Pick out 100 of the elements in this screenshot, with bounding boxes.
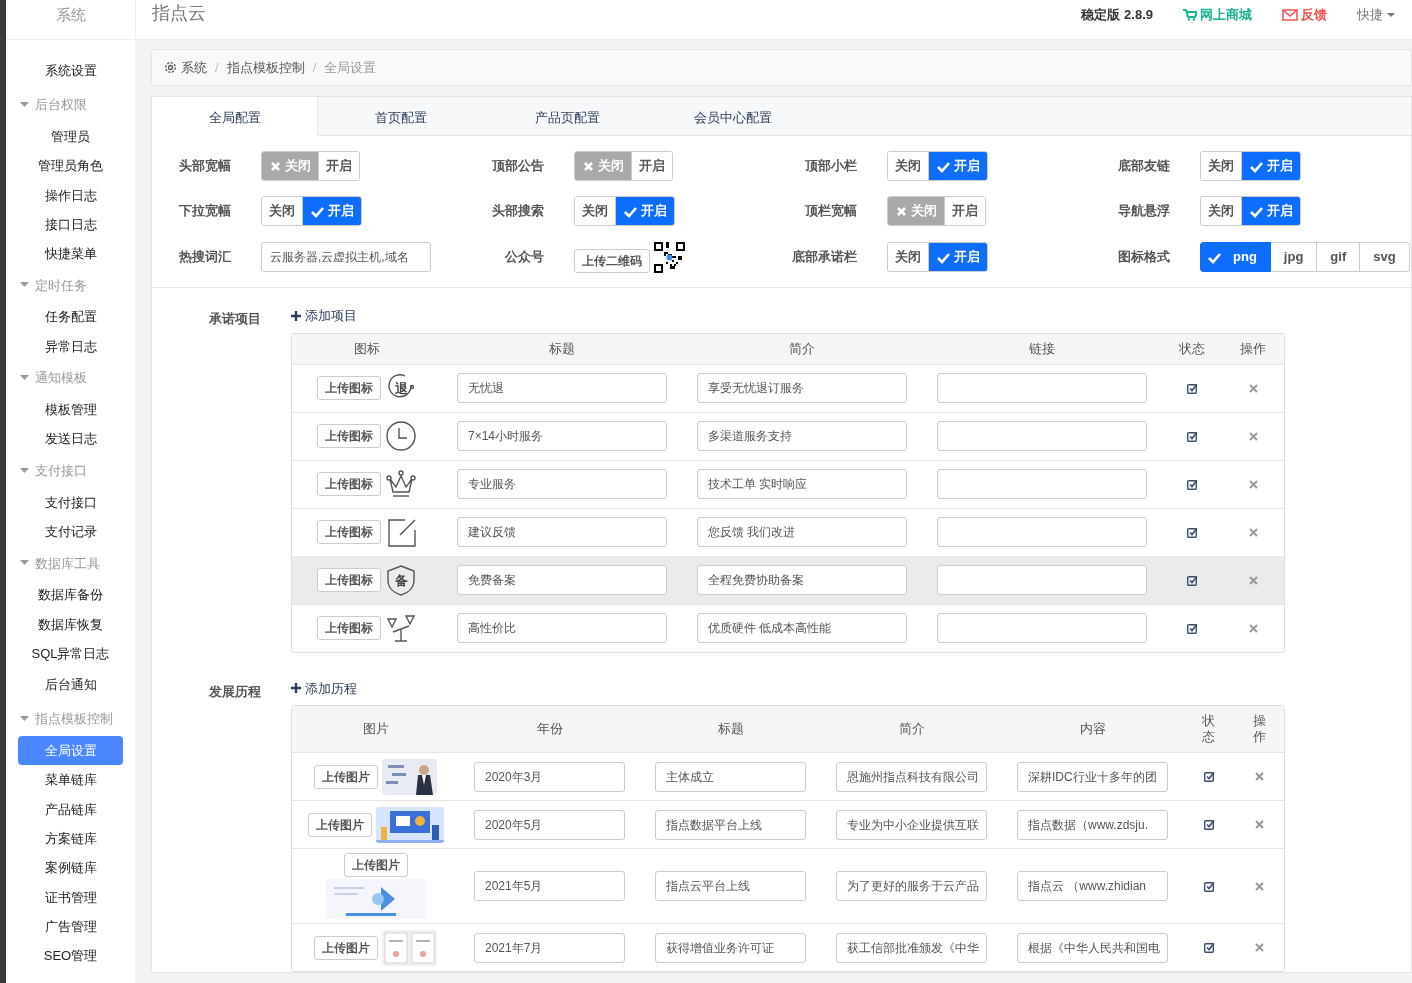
text-field[interactable]: 获得增值业务许可证 xyxy=(655,932,806,963)
checkbox-icon[interactable] xyxy=(1186,430,1198,442)
checkbox-icon[interactable] xyxy=(1203,819,1215,830)
sidebar-item[interactable]: 系统设置 xyxy=(18,54,123,88)
text-field[interactable]: 多渠道服务支持 xyxy=(697,421,907,451)
tab[interactable]: 产品页配置 xyxy=(484,97,650,135)
text-field[interactable]: 专业为中小企业提供互联 xyxy=(836,809,987,840)
shortcut-link[interactable]: 快捷 xyxy=(1357,4,1396,25)
sidebar-item[interactable]: 产品链库 xyxy=(18,794,123,825)
delete-icon[interactable] xyxy=(1255,943,1264,952)
delete-icon[interactable] xyxy=(1248,623,1258,633)
sidebar-item[interactable]: 任务配置 xyxy=(18,302,123,332)
checkbox-icon[interactable] xyxy=(1186,382,1198,394)
breadcrumb-link[interactable]: 系统 xyxy=(164,57,207,78)
text-field[interactable]: 免费备案 xyxy=(457,565,667,595)
format-option[interactable]: svg xyxy=(1360,242,1410,272)
sidebar-item[interactable]: 快捷菜单 xyxy=(18,239,123,269)
checkbox-icon[interactable] xyxy=(1203,880,1215,892)
sidebar-item[interactable]: 后台通知 xyxy=(18,668,123,703)
checkbox-icon[interactable] xyxy=(1203,771,1215,782)
upload-button[interactable]: 上传图标 xyxy=(317,568,381,592)
text-field[interactable]: 专业服务 xyxy=(457,469,667,499)
format-option[interactable]: jpg xyxy=(1270,242,1318,272)
sidebar-item[interactable]: 异常日志 xyxy=(18,331,123,362)
text-field[interactable]: 2021年7月 xyxy=(474,932,625,963)
text-field[interactable] xyxy=(937,421,1147,451)
tab[interactable]: 首页配置 xyxy=(318,97,484,135)
text-field[interactable]: 恩施州指点科技有限公司 xyxy=(836,761,987,792)
sidebar-item[interactable]: 案例链库 xyxy=(18,853,123,883)
sidebar-item[interactable]: 管理员 xyxy=(18,122,123,152)
text-field[interactable]: 根据《中华人民共和国电 xyxy=(1017,932,1168,963)
upload-button[interactable]: 上传图片 xyxy=(314,935,378,960)
add-link[interactable]: 添加历程 xyxy=(291,678,357,698)
text-field[interactable]: 7×14小时服务 xyxy=(457,421,667,451)
text-field[interactable]: 2020年5月 xyxy=(474,809,625,840)
text-field[interactable]: 您反馈 我们改进 xyxy=(697,517,907,547)
checkbox-icon[interactable] xyxy=(1203,942,1215,953)
sidebar-item[interactable]: 模板管理 xyxy=(18,395,123,425)
text-field[interactable] xyxy=(937,517,1147,547)
toggle-switch[interactable]: 关闭 开启 xyxy=(887,196,986,226)
checkbox-icon[interactable] xyxy=(1186,574,1198,586)
toggle-switch[interactable]: 关闭 开启 xyxy=(261,196,362,226)
delete-icon[interactable] xyxy=(1248,431,1258,441)
add-link[interactable]: 添加项目 xyxy=(291,306,357,326)
text-field[interactable]: 建议反馈 xyxy=(457,517,667,547)
delete-icon[interactable] xyxy=(1255,820,1264,829)
text-field[interactable]: 2021年5月 xyxy=(474,871,625,901)
text-field[interactable]: 指点云 （www.zhidian xyxy=(1017,871,1168,901)
text-field[interactable]: 获工信部批准颁发《中华 xyxy=(836,932,987,963)
text-field[interactable]: 指点数据（www.zdsju. xyxy=(1017,809,1168,840)
upload-button[interactable]: 上传图标 xyxy=(317,472,381,496)
sidebar-item[interactable]: 发送日志 xyxy=(18,424,123,454)
text-field[interactable]: 2020年3月 xyxy=(474,761,625,792)
tab[interactable]: 会员中心配置 xyxy=(650,97,816,135)
text-field[interactable]: 优质硬件 低成本高性能 xyxy=(697,613,907,643)
toggle-switch[interactable]: 关闭 开启 xyxy=(1200,196,1301,226)
text-field[interactable]: 技术工单 实时响应 xyxy=(697,469,907,499)
sidebar-item[interactable]: SQL异常日志 xyxy=(18,638,123,669)
text-field[interactable]: 云服务器,云虚拟主机,域名 xyxy=(261,242,431,272)
sidebar-item[interactable]: 数据库备份 xyxy=(18,580,123,610)
upload-button[interactable]: 上传二维码 xyxy=(574,249,650,273)
toggle-switch[interactable]: 关闭 开启 xyxy=(574,151,673,181)
text-field[interactable]: 深耕IDC行业十多年的团 xyxy=(1017,761,1168,792)
sidebar-item[interactable]: 管理员角色 xyxy=(18,151,123,181)
upload-button[interactable]: 上传图标 xyxy=(317,376,381,400)
delete-icon[interactable] xyxy=(1248,479,1258,489)
toggle-switch[interactable]: 关闭 开启 xyxy=(1200,151,1301,181)
upload-button[interactable]: 上传图片 xyxy=(307,812,372,837)
sidebar-item[interactable]: 方案链库 xyxy=(18,824,123,854)
upload-button[interactable]: 上传图标 xyxy=(317,520,381,544)
sidebar-item[interactable]: 支付接口 xyxy=(18,487,123,517)
upload-button[interactable]: 上传图标 xyxy=(317,424,381,448)
text-field[interactable]: 高性价比 xyxy=(457,613,667,643)
upload-button[interactable]: 上传图标 xyxy=(317,616,381,640)
text-field[interactable] xyxy=(937,373,1147,403)
sidebar-item[interactable]: 证书管理 xyxy=(18,882,123,912)
toggle-switch[interactable]: 关闭 开启 xyxy=(574,196,675,226)
text-field[interactable] xyxy=(937,613,1147,643)
text-field[interactable]: 全程免费协助备案 xyxy=(697,565,907,595)
sidebar-item[interactable]: 操作日志 xyxy=(18,180,123,210)
delete-icon[interactable] xyxy=(1248,575,1258,585)
upload-button[interactable]: 上传图片 xyxy=(314,764,378,789)
upload-button[interactable]: 上传图片 xyxy=(343,853,408,877)
checkbox-icon[interactable] xyxy=(1186,478,1198,490)
text-field[interactable]: 为了更好的服务于云产品 xyxy=(836,871,987,901)
delete-icon[interactable] xyxy=(1255,772,1264,781)
sidebar-item[interactable]: SEO管理 xyxy=(18,941,123,971)
sidebar-item[interactable]: 支付记录 xyxy=(18,516,123,547)
text-field[interactable]: 无忧退 xyxy=(457,373,667,403)
delete-icon[interactable] xyxy=(1248,383,1258,393)
toggle-switch[interactable]: 关闭 开启 xyxy=(887,151,988,181)
format-option[interactable]: gif xyxy=(1317,242,1361,272)
toggle-switch[interactable]: 关闭 开启 xyxy=(887,242,988,272)
checkbox-icon[interactable] xyxy=(1186,622,1198,634)
text-field[interactable]: 主体成立 xyxy=(655,761,806,792)
delete-icon[interactable] xyxy=(1255,881,1264,891)
text-field[interactable]: 指点云平台上线 xyxy=(655,871,806,901)
sidebar-item[interactable]: 接口日志 xyxy=(18,209,123,240)
text-field[interactable]: 指点数据平台上线 xyxy=(655,809,806,840)
text-field[interactable] xyxy=(937,469,1147,499)
